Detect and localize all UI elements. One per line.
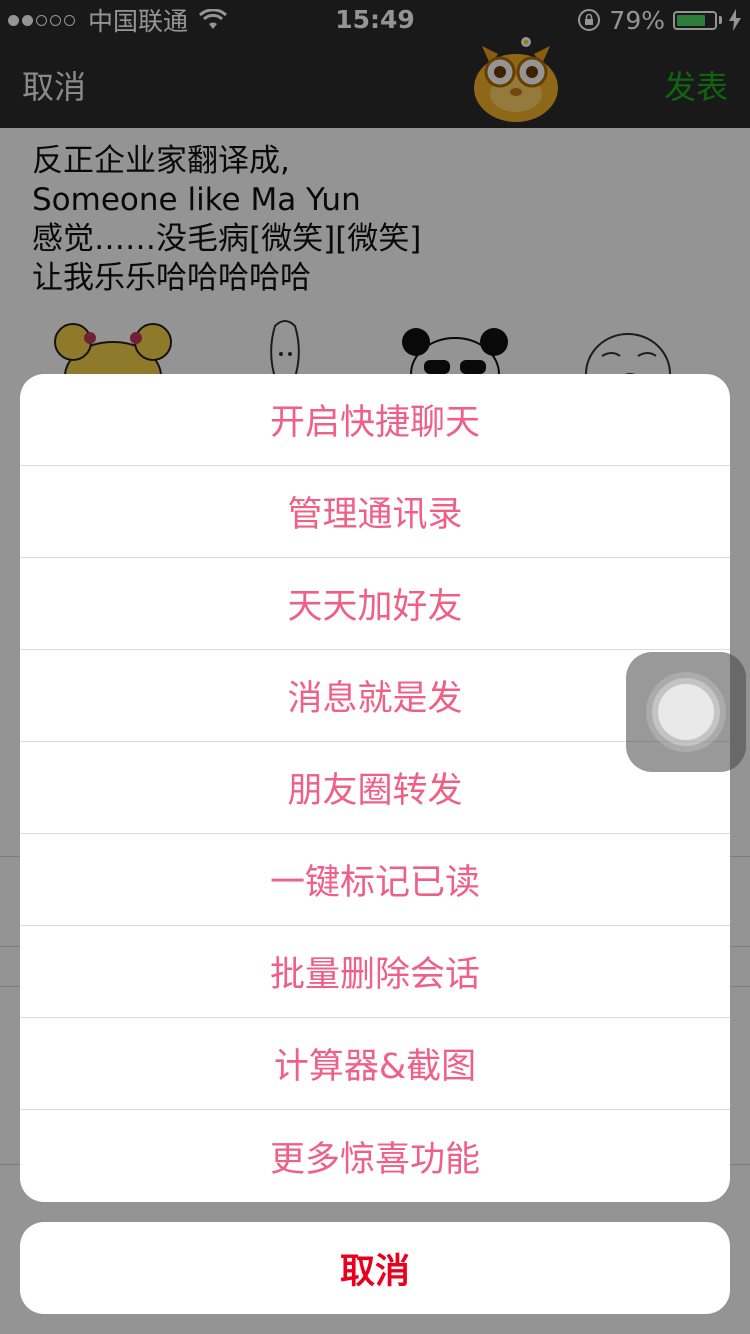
action-manage-contacts[interactable]: 管理通讯录 [20, 466, 730, 558]
action-batch-delete[interactable]: 批量删除会话 [20, 926, 730, 1018]
sheet-cancel-button[interactable]: 取消 [20, 1222, 730, 1314]
action-quick-chat[interactable]: 开启快捷聊天 [20, 374, 730, 466]
action-sheet: 开启快捷聊天 管理通讯录 天天加好友 消息就是发 朋友圈转发 一键标记已读 批量… [20, 374, 730, 1202]
action-more-features[interactable]: 更多惊喜功能 [20, 1110, 730, 1202]
action-send-message[interactable]: 消息就是发 [20, 650, 730, 742]
screen: 中国联通 15:49 79% 取消 发表 反正企业家翻译成, Someone l… [0, 0, 750, 1334]
assistive-touch-button[interactable] [626, 652, 746, 772]
action-add-friends[interactable]: 天天加好友 [20, 558, 730, 650]
action-mark-all-read[interactable]: 一键标记已读 [20, 834, 730, 926]
action-calculator-screenshot[interactable]: 计算器&截图 [20, 1018, 730, 1110]
action-moments-forward[interactable]: 朋友圈转发 [20, 742, 730, 834]
